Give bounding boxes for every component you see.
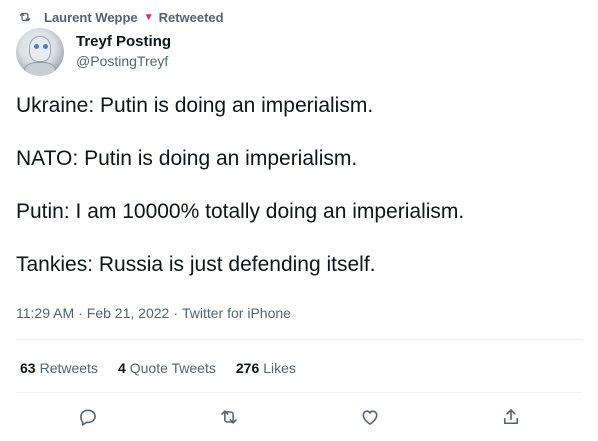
quote-tweets-stat[interactable]: 4 Quote Tweets [118,360,216,376]
avatar[interactable] [16,28,64,76]
likes-label: Likes [263,360,296,376]
retweet-context-icon [19,12,31,22]
tweet-line: Ukraine: Putin is doing an imperialism. [16,94,374,117]
like-button[interactable] [360,407,380,427]
retweet-icon [221,410,237,424]
tweet-line: NATO: Putin is doing an imperialism. [16,147,358,170]
author-display-name[interactable]: Treyf Posting [76,33,171,51]
like-icon [362,410,378,425]
divider [16,339,582,340]
tweet-stats: 63 Retweets 4 Quote Tweets 276 Likes [20,360,316,376]
likes-count: 276 [235,360,260,376]
reply-button[interactable] [78,407,98,427]
tweet-card: Laurent Weppe ▼ Retweeted Treyf Posting … [0,0,598,441]
meta-separator: · [173,305,178,321]
tweet-text: Ukraine: Putin is doing an imperialism. … [16,92,582,304]
retweets-label: Retweets [39,360,98,376]
tweet-line: Tankies: Russia is just defending itself… [16,253,376,276]
triangle-icon: ▼ [143,11,154,23]
retweets-count: 63 [20,360,36,376]
tweet-time[interactable]: 11:29 AM [16,305,74,321]
tweet-line: Putin: I am 10000% totally doing an impe… [16,200,465,223]
author-handle[interactable]: @PostingTreyf [76,51,171,71]
retweet-button[interactable] [219,407,239,427]
retweet-context: Laurent Weppe ▼ Retweeted [18,8,224,26]
share-icon [503,409,519,425]
divider [16,392,582,393]
likes-stat[interactable]: 276 Likes [236,360,296,376]
retweets-stat[interactable]: 63 Retweets [20,360,98,376]
quotes-label: Quote Tweets [129,360,216,376]
author-block: Treyf Posting @PostingTreyf [16,28,171,76]
action-bar [0,403,598,431]
reply-icon [80,409,96,426]
tweet-meta: 11:29 AM · Feb 21, 2022 · Twitter for iP… [16,305,291,321]
tweet-source[interactable]: Twitter for iPhone [182,305,291,321]
retweeted-label: Retweeted [158,9,224,25]
retweeter-name[interactable]: Laurent Weppe [44,10,138,25]
meta-separator: · [78,305,83,321]
tweet-date[interactable]: Feb 21, 2022 [87,305,170,321]
quotes-count: 4 [117,360,126,376]
share-button[interactable] [501,407,521,427]
